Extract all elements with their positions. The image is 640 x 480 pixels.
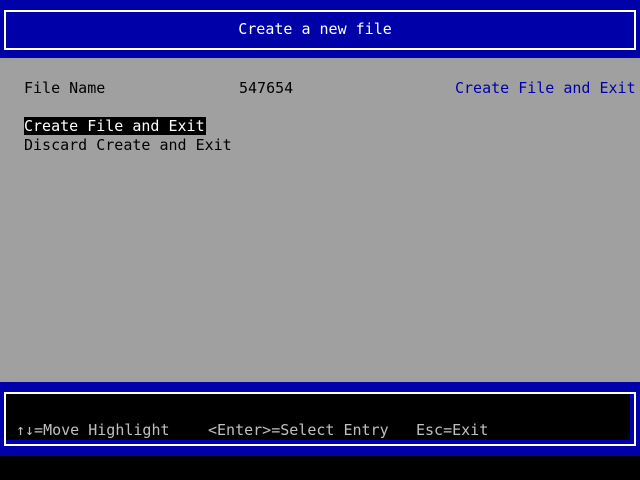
move-highlight-hint: ↑↓=Move Highlight [16, 421, 170, 439]
file-name-field[interactable]: 547654 [239, 79, 293, 97]
page-title: Create a new file [238, 20, 392, 38]
file-name-label: File Name [24, 79, 106, 97]
bottom-border [0, 456, 640, 480]
menu-item-discard-create-and-exit[interactable]: Discard Create and Exit [24, 136, 233, 154]
select-entry-hint: <Enter>=Select Entry [208, 421, 389, 439]
bios-screen: Create a new file File Name 547654 Creat… [0, 0, 640, 480]
menu-item-create-file-and-exit[interactable]: Create File and Exit [24, 117, 206, 135]
title-bar: Create a new file [0, 0, 640, 58]
main-panel: File Name 547654 Create File and Exit Cr… [0, 58, 640, 380]
key-help-bar: ↑↓=Move Highlight <Enter>=Select Entry E… [0, 382, 640, 456]
help-text: Create File and Exit [455, 79, 636, 97]
exit-hint: Esc=Exit [416, 421, 489, 439]
